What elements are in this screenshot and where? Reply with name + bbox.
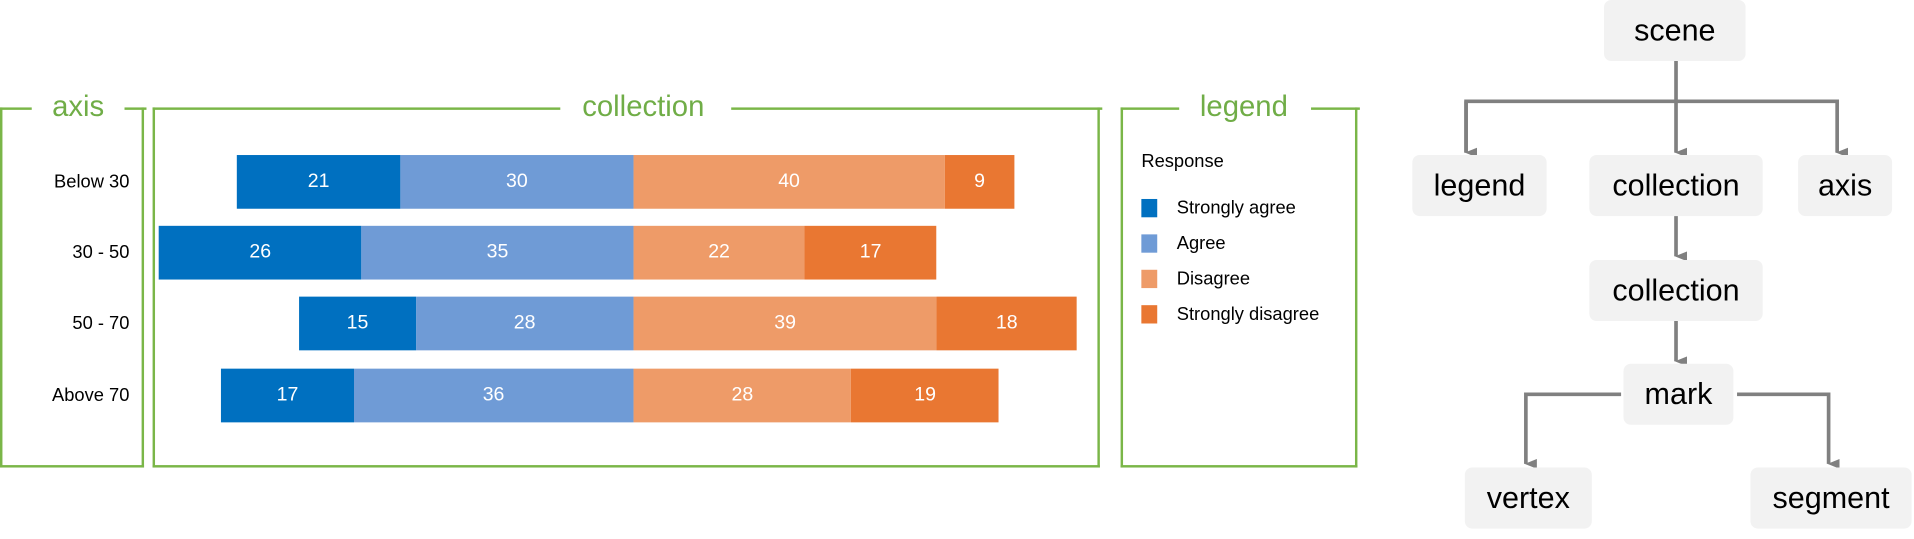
tree-node-sub-collection: collection xyxy=(1589,260,1763,322)
tree-node-axis: axis xyxy=(1798,155,1893,217)
tree-node-vertex: vertex xyxy=(1464,467,1592,529)
figure: axis Below 30 30 - 50 50 - 70 Above 70 coll… xyxy=(0,0,1914,538)
tree-node-segment: segment xyxy=(1750,467,1912,529)
tree-node-scene: scene xyxy=(1603,0,1746,62)
tree-node-legend: legend xyxy=(1412,155,1547,217)
tree-node-mark: mark xyxy=(1623,363,1734,425)
tree-node-collection: collection xyxy=(1589,155,1763,217)
